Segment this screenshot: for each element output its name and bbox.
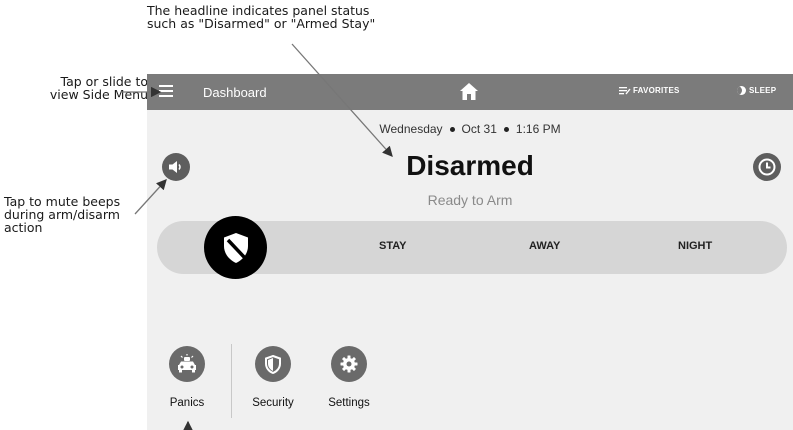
callout-headline: The headline indicates panel status such… xyxy=(147,3,376,31)
security-label: Security xyxy=(252,397,294,409)
status-headline: Disarmed xyxy=(406,150,534,181)
sleep-label: SLEEP xyxy=(749,86,777,95)
day-label: Wednesday xyxy=(379,122,443,136)
arm-mode-bar[interactable]: STAY AWAY NIGHT xyxy=(157,216,787,279)
time-label: 1:16 PM xyxy=(515,122,561,136)
date-label: Oct 31 xyxy=(461,122,497,136)
security-icon-circle xyxy=(255,346,291,382)
arm-night-option[interactable]: NIGHT xyxy=(678,240,712,252)
panics-button[interactable]: Panics xyxy=(157,346,217,409)
separator-dot xyxy=(503,127,509,133)
security-button[interactable]: Security xyxy=(243,346,303,409)
favorites-button[interactable]: FAVORITES xyxy=(619,86,680,95)
siren-car-icon xyxy=(178,354,196,373)
home-icon[interactable] xyxy=(459,82,479,106)
favorites-icon xyxy=(619,87,631,95)
separator-dot xyxy=(449,127,455,133)
sleep-button[interactable]: SLEEP xyxy=(737,86,776,95)
settings-label: Settings xyxy=(328,397,370,409)
gear-icon xyxy=(340,355,358,373)
page-title: Dashboard xyxy=(203,85,267,100)
settings-icon-circle xyxy=(331,346,367,382)
panel-screen: Dashboard FAVORITES SLEEP Wednesday Oct 3… xyxy=(147,74,793,430)
shortcut-divider xyxy=(231,344,232,418)
moon-icon xyxy=(737,86,746,95)
clock-icon xyxy=(758,158,776,176)
date-time: Wednesday Oct 31 1:16 PM xyxy=(147,122,793,136)
favorites-label: FAVORITES xyxy=(633,86,680,95)
panics-icon-circle xyxy=(169,346,205,382)
top-bar: Dashboard FAVORITES SLEEP xyxy=(147,74,793,110)
settings-button[interactable]: Settings xyxy=(319,346,379,409)
arm-away-option[interactable]: AWAY xyxy=(529,240,560,252)
status-subtext: Ready to Arm xyxy=(427,192,513,208)
hamburger-icon[interactable] xyxy=(159,85,173,97)
callout-mute: Tap to mute beeps during arm/disarm acti… xyxy=(4,194,121,235)
clock-button[interactable] xyxy=(753,153,781,181)
disarm-knob[interactable] xyxy=(204,216,267,279)
panics-label: Panics xyxy=(169,397,205,409)
shield-icon xyxy=(265,354,281,374)
arm-stay-option[interactable]: STAY xyxy=(379,240,407,252)
callout-side-menu: Tap or slide to view Side Menu xyxy=(49,74,148,102)
shield-slash-icon xyxy=(223,232,248,263)
